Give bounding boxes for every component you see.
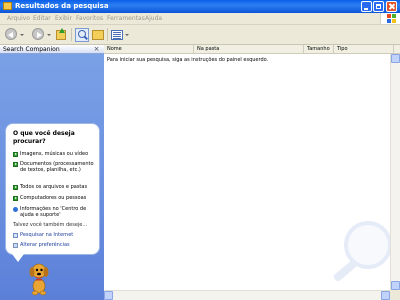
search-question: O que você deseja procurar? [13, 130, 75, 145]
pane-header: Search Companion × [0, 45, 104, 54]
option-label: Imagens, músicas ou vídeo [20, 151, 89, 157]
green-arrow-icon [13, 196, 18, 201]
green-arrow-icon [13, 185, 18, 190]
scroll-down-button[interactable] [391, 281, 400, 290]
menu-editar[interactable]: Editar [33, 13, 51, 24]
option-label: Documentos (processamento de textos, pla… [20, 161, 94, 173]
column-tamanho[interactable]: Tamanho [304, 45, 334, 54]
maximize-button[interactable] [373, 1, 384, 12]
option-computers-people[interactable]: Computadores ou pessoas [13, 195, 99, 202]
horizontal-scrollbar[interactable] [104, 290, 390, 300]
forward-dropdown-icon[interactable] [47, 34, 51, 36]
search-companion-pane: Search Companion × O que você deseja pro… [0, 45, 104, 300]
column-nome[interactable]: Nome [104, 45, 194, 54]
option-label: Pesquisar na Internet [20, 232, 74, 238]
search-results-window-icon [3, 2, 12, 10]
search-toolbar-icon[interactable] [75, 28, 89, 42]
option-label: Informações no 'Centro de ajuda e suport… [20, 206, 87, 218]
column-na-pasta[interactable]: Na pasta [194, 45, 304, 54]
option-preferences[interactable]: Alterar preferências [13, 242, 99, 249]
green-arrow-icon [13, 162, 18, 167]
close-button[interactable] [386, 1, 397, 12]
scroll-up-button[interactable] [391, 54, 400, 63]
menu-favoritos[interactable]: Favoritos [76, 13, 103, 24]
window-title: Resultados da pesquisa [15, 2, 109, 10]
preferences-icon [13, 243, 18, 248]
menu-ajuda[interactable]: Ajuda [145, 13, 162, 24]
up-folder-icon[interactable] [56, 28, 66, 40]
minimize-button[interactable] [361, 1, 372, 12]
option-all-files[interactable]: Todos os arquivos e pastas [13, 184, 99, 191]
help-icon [13, 207, 18, 212]
close-pane-icon[interactable]: × [93, 46, 100, 53]
views-dropdown-icon[interactable] [125, 34, 129, 36]
back-button[interactable] [5, 28, 17, 40]
search-options-bubble: O que você deseja procurar? Imagens, mús… [5, 123, 100, 255]
views-icon[interactable] [111, 30, 123, 40]
forward-button[interactable] [32, 28, 44, 40]
option-label: Todos os arquivos e pastas [20, 184, 88, 190]
results-area: Nome Na pasta Tamanho Tipo Para iniciar … [104, 45, 400, 300]
menu-bar: Arquivo Editar Exibir Favoritos Ferramen… [0, 13, 400, 25]
column-tipo[interactable]: Tipo [334, 45, 394, 54]
folders-icon[interactable] [92, 30, 104, 40]
title-bar: Resultados da pesquisa [0, 0, 400, 13]
option-images[interactable]: Imagens, músicas ou vídeo [13, 151, 99, 158]
option-label: Computadores ou pessoas [20, 195, 87, 201]
also-label: Talvez você também deseje... [13, 222, 88, 228]
menu-exibir[interactable]: Exibir [55, 13, 72, 24]
search-dog-icon[interactable] [28, 262, 50, 296]
menu-arquivo[interactable]: Arquivo [7, 13, 30, 24]
scroll-corner [390, 290, 400, 300]
column-header: Nome Na pasta Tamanho Tipo [104, 45, 400, 54]
option-help-center[interactable]: Informações no 'Centro de ajuda e suport… [13, 206, 99, 219]
internet-search-icon [13, 233, 18, 238]
option-label: Alterar preferências [20, 242, 70, 248]
windows-logo-icon [380, 13, 400, 24]
toolbar [0, 25, 400, 45]
scroll-right-button[interactable] [381, 291, 390, 300]
magnifier-watermark-icon [333, 221, 392, 282]
bubble-tail [12, 254, 24, 262]
pane-title: Search Companion [3, 46, 60, 53]
results-hint: Para iniciar sua pesquisa, siga as instr… [107, 57, 269, 63]
option-search-internet[interactable]: Pesquisar na Internet [13, 232, 99, 239]
scroll-left-button[interactable] [104, 291, 113, 300]
vertical-scrollbar[interactable] [390, 54, 400, 290]
green-arrow-icon [13, 152, 18, 157]
back-dropdown-icon[interactable] [20, 34, 24, 36]
menu-ferramentas[interactable]: Ferramentas [107, 13, 145, 24]
option-documents[interactable]: Documentos (processamento de textos, pla… [13, 161, 99, 180]
